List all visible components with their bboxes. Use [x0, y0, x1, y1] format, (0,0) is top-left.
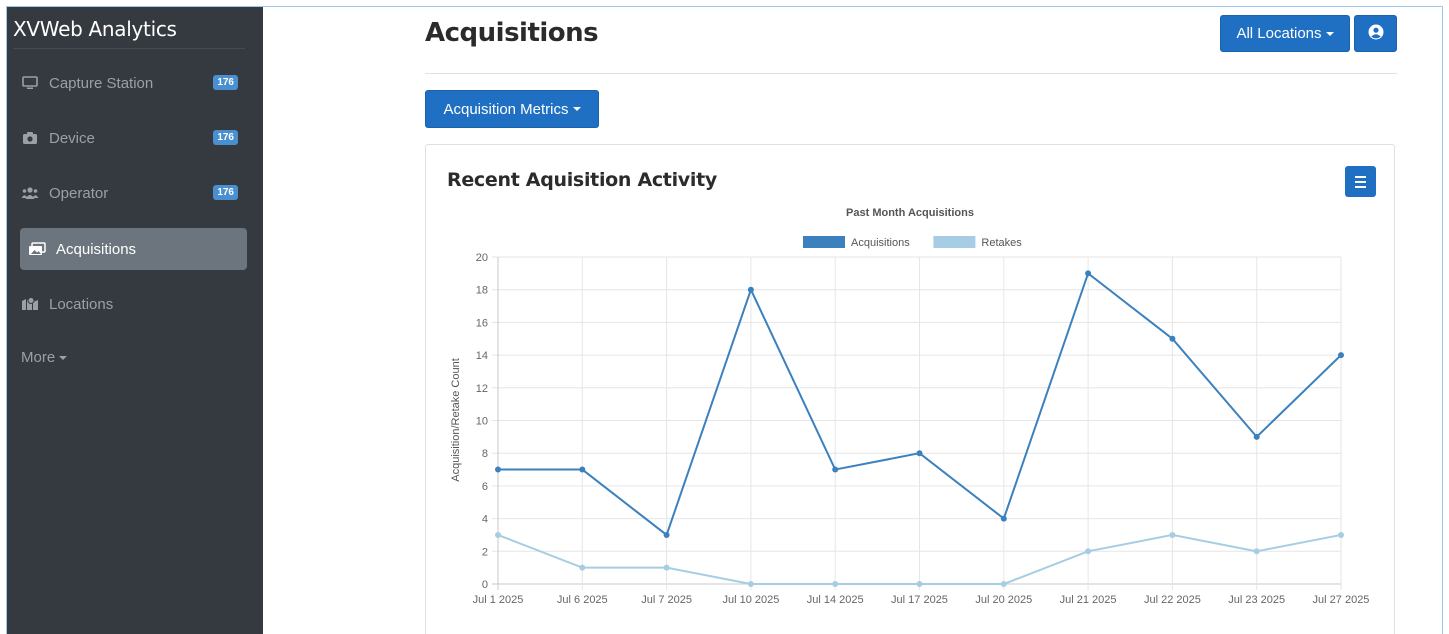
sidebar-item-capture-station[interactable]: Capture Station 176	[13, 62, 240, 104]
hamburger-icon	[1355, 175, 1366, 178]
brand-divider	[13, 48, 245, 49]
acquisition-metrics-dropdown[interactable]: Acquisition Metrics	[425, 90, 599, 128]
more-label: More	[21, 349, 56, 366]
sidebar-item-label: Acquisitions	[56, 240, 137, 258]
all-locations-button[interactable]: All Locations	[1220, 15, 1350, 52]
caret-down-icon	[572, 107, 581, 111]
sidebar-item-label: Operator	[49, 184, 109, 202]
all-locations-label: All Locations	[1236, 25, 1322, 42]
user-account-button[interactable]	[1354, 15, 1397, 52]
sidebar-item-label: Capture Station	[49, 74, 154, 92]
page-title: Acquisitions	[425, 18, 599, 48]
caret-down-icon	[59, 356, 68, 361]
more-dropdown[interactable]: More	[21, 349, 68, 366]
brand-title[interactable]: XVWeb Analytics	[13, 17, 177, 41]
sidebar-item-locations[interactable]: Locations	[13, 283, 240, 325]
camera-icon	[21, 130, 39, 146]
count-badge: 176	[213, 185, 238, 200]
acquisition-metrics-label: Acquisition Metrics	[443, 100, 569, 118]
card-title: Recent Aquisition Activity	[447, 169, 717, 191]
monitor-icon	[21, 75, 39, 91]
images-icon	[28, 241, 46, 257]
count-badge: 176	[213, 75, 238, 90]
map-icon	[21, 296, 39, 312]
sidebar-item-operator[interactable]: Operator 176	[13, 172, 240, 214]
header-divider	[425, 73, 1397, 74]
sidebar-item-acquisitions[interactable]: Acquisitions	[20, 228, 247, 270]
caret-down-icon	[1325, 31, 1334, 36]
users-icon	[21, 185, 39, 201]
count-badge: 176	[213, 130, 238, 145]
chart-menu-button[interactable]	[1345, 166, 1376, 197]
hamburger-icon-bar	[1355, 185, 1366, 188]
activity-card	[425, 144, 1395, 634]
user-circle-icon	[1368, 24, 1384, 44]
sidebar-item-device[interactable]: Device 176	[13, 117, 240, 159]
hamburger-icon-bar	[1355, 180, 1366, 183]
sidebar-item-label: Device	[49, 129, 95, 147]
sidebar-item-label: Locations	[49, 295, 114, 313]
